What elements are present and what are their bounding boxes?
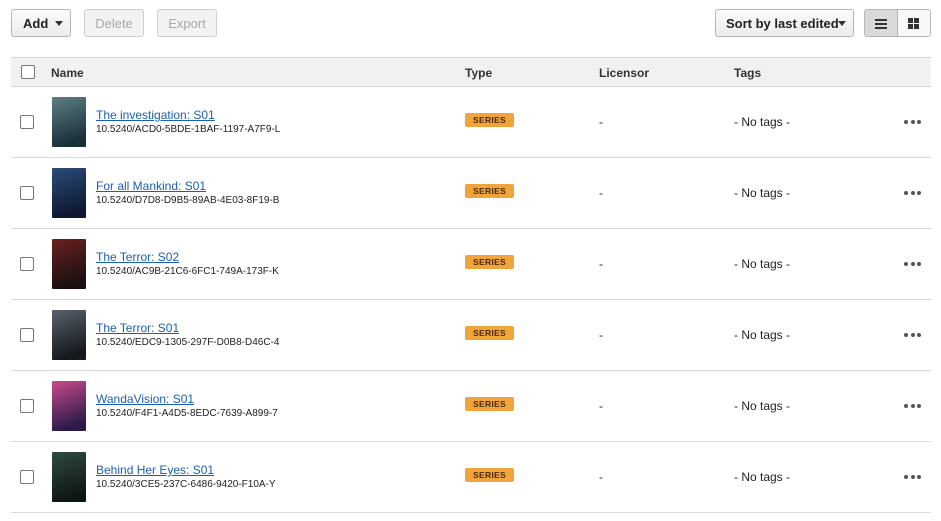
tags-value: - No tags - <box>734 470 791 484</box>
chevron-down-icon <box>838 21 846 26</box>
view-toggle <box>864 9 931 37</box>
doi-text: 10.5240/EDC9-1305-297F-D0B8-D46C-4 <box>96 337 280 348</box>
title-link[interactable]: WandaVision: S01 <box>96 392 194 406</box>
licensor-value: - <box>599 399 603 413</box>
title-link[interactable]: The Terror: S01 <box>96 321 179 335</box>
sort-dropdown-label: Sort by last edited <box>726 15 839 31</box>
type-badge: SERIES <box>465 184 514 198</box>
table-row[interactable]: The investigation: S01 10.5240/ACD0-5BDE… <box>11 87 931 158</box>
title-link[interactable]: The investigation: S01 <box>96 108 215 122</box>
export-button[interactable]: Export <box>157 9 217 37</box>
poster-thumbnail[interactable] <box>52 452 86 502</box>
poster-thumbnail[interactable] <box>52 168 86 218</box>
type-badge: SERIES <box>465 326 514 340</box>
tags-value: - No tags - <box>734 257 791 271</box>
title-link[interactable]: The Terror: S02 <box>96 250 179 264</box>
more-options-icon[interactable] <box>904 191 921 195</box>
more-options-icon[interactable] <box>904 333 921 337</box>
type-badge: SERIES <box>465 397 514 411</box>
column-header-licensor[interactable]: Licensor <box>599 66 649 80</box>
poster-thumbnail[interactable] <box>52 97 86 147</box>
table-row[interactable]: The Terror: S02 10.5240/AC9B-21C6-6FC1-7… <box>11 229 931 300</box>
column-header-type[interactable]: Type <box>465 66 492 80</box>
grid-icon <box>908 17 920 29</box>
licensor-value: - <box>599 115 603 129</box>
licensor-value: - <box>599 328 603 342</box>
doi-text: 10.5240/F4F1-A4D5-8EDC-7639-A899-7 <box>96 408 278 419</box>
doi-text: 10.5240/ACD0-5BDE-1BAF-1197-A7F9-L <box>96 124 281 135</box>
sort-dropdown[interactable]: Sort by last edited <box>715 9 854 37</box>
table-row[interactable]: WandaVision: S01 10.5240/F4F1-A4D5-8EDC-… <box>11 371 931 442</box>
tags-value: - No tags - <box>734 186 791 200</box>
select-all-checkbox[interactable] <box>21 65 35 79</box>
doi-text: 10.5240/3CE5-237C-6486-9420-F10A-Y <box>96 479 276 490</box>
chevron-down-icon <box>55 21 63 26</box>
table-row[interactable]: Behind Her Eyes: S01 10.5240/3CE5-237C-6… <box>11 442 931 513</box>
toolbar: Add Delete Export Sort by last edited <box>11 9 931 37</box>
grid-view-button[interactable] <box>897 10 930 36</box>
doi-text: 10.5240/AC9B-21C6-6FC1-749A-173F-K <box>96 266 279 277</box>
more-options-icon[interactable] <box>904 475 921 479</box>
add-button[interactable]: Add <box>11 9 71 37</box>
row-checkbox[interactable] <box>20 328 34 342</box>
more-options-icon[interactable] <box>904 404 921 408</box>
poster-thumbnail[interactable] <box>52 381 86 431</box>
doi-text: 10.5240/D7D8-D9B5-89AB-4E03-8F19-B <box>96 195 280 206</box>
table-row[interactable]: The Terror: S01 10.5240/EDC9-1305-297F-D… <box>11 300 931 371</box>
tags-value: - No tags - <box>734 328 791 342</box>
licensor-value: - <box>599 186 603 200</box>
delete-button[interactable]: Delete <box>84 9 144 37</box>
row-checkbox[interactable] <box>20 257 34 271</box>
title-link[interactable]: Behind Her Eyes: S01 <box>96 463 214 477</box>
tags-value: - No tags - <box>734 399 791 413</box>
row-checkbox[interactable] <box>20 115 34 129</box>
poster-thumbnail[interactable] <box>52 310 86 360</box>
list-icon <box>874 18 887 29</box>
column-header-tags[interactable]: Tags <box>734 66 761 80</box>
type-badge: SERIES <box>465 113 514 127</box>
column-header-name[interactable]: Name <box>51 66 84 80</box>
more-options-icon[interactable] <box>904 262 921 266</box>
row-checkbox[interactable] <box>20 186 34 200</box>
more-options-icon[interactable] <box>904 120 921 124</box>
licensor-value: - <box>599 257 603 271</box>
licensor-value: - <box>599 470 603 484</box>
poster-thumbnail[interactable] <box>52 239 86 289</box>
table-row[interactable]: For all Mankind: S01 10.5240/D7D8-D9B5-8… <box>11 158 931 229</box>
tags-value: - No tags - <box>734 115 791 129</box>
row-checkbox[interactable] <box>20 470 34 484</box>
title-link[interactable]: For all Mankind: S01 <box>96 179 206 193</box>
add-button-label: Add <box>23 15 49 31</box>
row-checkbox[interactable] <box>20 399 34 413</box>
type-badge: SERIES <box>465 255 514 269</box>
table-header: Name Type Licensor Tags <box>11 57 931 87</box>
type-badge: SERIES <box>465 468 514 482</box>
list-view-button[interactable] <box>865 10 898 36</box>
